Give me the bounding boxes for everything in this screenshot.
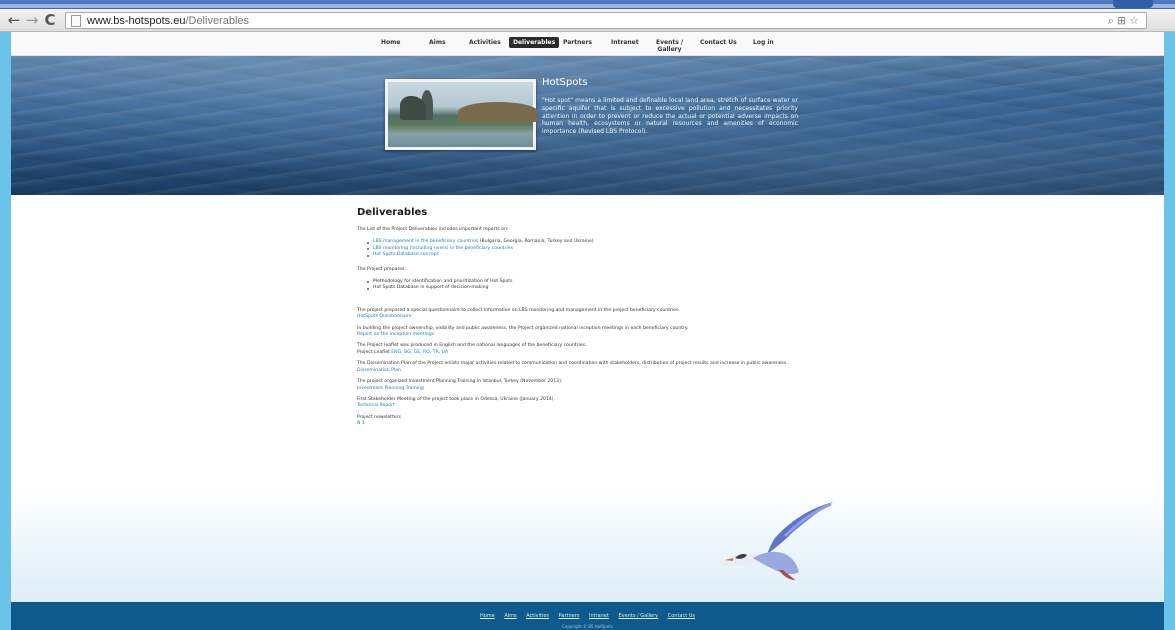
report-note: (Bulgaria, Georgia, Romania, Turkey and … xyxy=(478,239,594,245)
nav-gallery-label: Gallery xyxy=(657,46,682,53)
banner-text: "Hot spot" means a limited and definable… xyxy=(542,97,798,136)
photo-rock xyxy=(400,96,426,120)
main-content: Deliverables The List of the Project Del… xyxy=(357,207,847,433)
footer-link-home[interactable]: Home xyxy=(480,613,495,619)
report-link[interactable]: LBS management in the beneficiary countr… xyxy=(373,239,478,244)
report-link[interactable]: LBS monitoring (including rivers) in the… xyxy=(373,246,513,251)
copyright-text: Copyright © BS HotSpots xyxy=(562,624,613,629)
leaflet-label: Project Leaflet xyxy=(357,349,392,355)
inception-paragraph: In building the project ownership, visib… xyxy=(357,326,847,339)
back-button[interactable]: ← xyxy=(6,12,22,28)
seagull-illustration xyxy=(717,502,833,580)
paragraph-text: Project newsletters xyxy=(357,414,401,420)
nav-intranet[interactable]: Intranet xyxy=(611,39,639,46)
nav-activities[interactable]: Activities xyxy=(469,39,501,46)
bookmark-star-icon[interactable]: ☆ xyxy=(1129,14,1142,27)
banner-title: HotSpots xyxy=(542,77,588,88)
intro-text: The List of the Project Deliverables inc… xyxy=(357,227,509,232)
banner-photo xyxy=(385,79,538,150)
website: Home Aims Activities Deliverables Partne… xyxy=(11,32,1164,630)
nav-log-in[interactable]: Log in xyxy=(753,39,774,46)
footer-link-intranet[interactable]: Intranet xyxy=(589,613,609,619)
footer-links: Home Aims Activities Partners Intranet E… xyxy=(11,613,1164,619)
leaflet-language-links[interactable]: ENG, BG, GE, RO, TR, UA xyxy=(391,350,448,355)
paragraph-text: The project prepared a special questionn… xyxy=(357,307,680,313)
report-link[interactable]: Hot Spots Database concept xyxy=(373,252,439,257)
page-icon xyxy=(71,15,81,27)
paragraph-text: The Dissemination Plan of the Project en… xyxy=(357,361,788,367)
nav-aims[interactable]: Aims xyxy=(429,39,446,46)
paragraph-text: In building the project ownership, visib… xyxy=(357,325,689,331)
dissemination-plan-link[interactable]: Dissemination Plan xyxy=(357,368,401,373)
reload-icon: C xyxy=(44,11,56,29)
newsletter-link[interactable]: N 1 xyxy=(357,421,365,426)
list-item: Hot Spots Database in support of decisio… xyxy=(367,285,847,291)
window-controls[interactable] xyxy=(1113,0,1153,8)
reports-list: LBS management in the beneficiary countr… xyxy=(367,239,847,258)
questionnaire-paragraph: The project prepared a special questionn… xyxy=(357,308,847,321)
reload-button[interactable]: C xyxy=(42,12,58,28)
footer-link-contact-us[interactable]: Contact Us xyxy=(668,613,695,619)
nav-events-gallery[interactable]: Events / Gallery xyxy=(656,39,683,53)
paragraph-text: First Stakeholder Meeting of the project… xyxy=(357,396,556,402)
header-banner: HotSpots "Hot spot" means a limited and … xyxy=(11,56,1164,195)
nav-events-label: Events / xyxy=(656,39,684,46)
address-bar-icons: ⌕⊞☆ xyxy=(1108,13,1142,29)
paragraph-text: The Project leaflet was produced in Engl… xyxy=(357,343,587,349)
footer-link-aims[interactable]: Aims xyxy=(504,613,516,619)
browser-toolbar: ← → C www.bs-hotspots.eu/Deliverables ⌕⊞… xyxy=(0,9,1175,32)
stakeholder-paragraph: First Stakeholder Meeting of the project… xyxy=(357,397,847,410)
page-heading: Deliverables xyxy=(357,207,428,218)
prepares-list: Methodology for identification and prior… xyxy=(367,279,847,292)
list-item: Hot Spots Database concept xyxy=(367,252,847,258)
nav-deliverables[interactable]: Deliverables xyxy=(509,37,560,48)
newsletters-paragraph: Project newsletters N 1 xyxy=(357,415,847,428)
url-text[interactable]: www.bs-hotspots.eu/Deliverables xyxy=(87,13,249,29)
translate-icon[interactable]: ⊞ xyxy=(1117,14,1129,27)
prepares-intro: The Project prepares: xyxy=(357,266,406,272)
forward-arrow-icon: → xyxy=(25,11,39,29)
zoom-icon[interactable]: ⌕ xyxy=(1108,14,1117,27)
questionnaire-link[interactable]: HotSpots Questionnaire xyxy=(357,314,412,319)
browser-tabstrip xyxy=(0,0,1175,9)
nav-home[interactable]: Home xyxy=(381,39,400,46)
training-paragraph: The project organized Investment Plannin… xyxy=(357,379,847,392)
footer-link-events-gallery[interactable]: Events / Gallery xyxy=(619,613,659,619)
nav-partners[interactable]: Partners xyxy=(563,39,592,46)
paragraph-text: The project organized Investment Plannin… xyxy=(357,379,563,385)
nav-contact-us[interactable]: Contact Us xyxy=(700,39,737,46)
back-arrow-icon: ← xyxy=(7,11,21,29)
forward-button[interactable]: → xyxy=(24,12,40,28)
inception-report-link[interactable]: Report on the inception meetings xyxy=(357,332,434,337)
footer: Home Aims Activities Partners Intranet E… xyxy=(11,602,1164,630)
footer-link-partners[interactable]: Partners xyxy=(559,613,580,619)
tab-row[interactable] xyxy=(0,4,1175,8)
dissemination-paragraph: The Dissemination Plan of the Project en… xyxy=(357,361,847,374)
address-bar[interactable]: www.bs-hotspots.eu/Deliverables ⌕⊞☆ xyxy=(65,12,1147,29)
photo-hill xyxy=(458,102,538,122)
top-navigation: Home Aims Activities Deliverables Partne… xyxy=(11,32,1164,56)
investment-training-link[interactable]: Investment Planning Training xyxy=(357,386,424,391)
technical-report-link[interactable]: Technical Report xyxy=(357,403,395,408)
footer-link-activities[interactable]: Activities xyxy=(526,613,549,619)
leaflet-paragraph: The Project leaflet was produced in Engl… xyxy=(357,343,847,356)
